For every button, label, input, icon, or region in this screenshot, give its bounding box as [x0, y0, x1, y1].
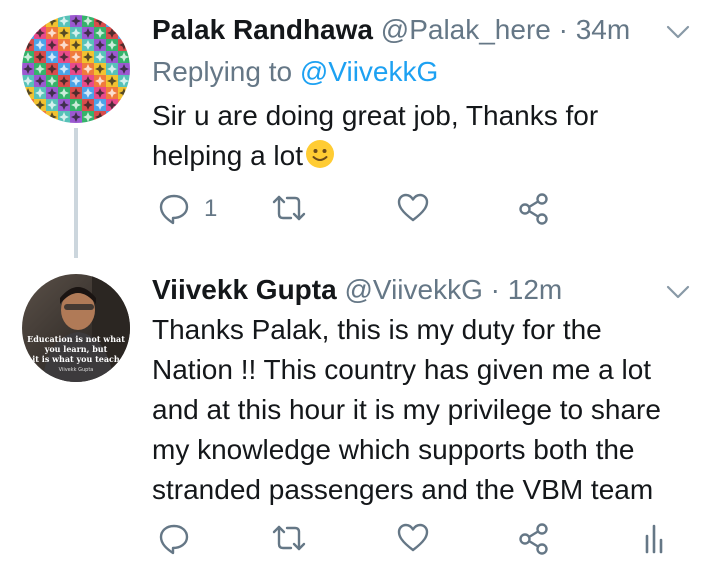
analytics-button[interactable]	[642, 522, 666, 556]
tweet-text-line: stranded passengers and the VBM team	[152, 474, 654, 505]
like-button[interactable]	[396, 192, 430, 224]
heart-icon	[397, 193, 429, 222]
thread-line	[74, 128, 78, 258]
tweet-viivekk[interactable]: Education is not what you learn, but it …	[0, 260, 720, 573]
reply-count: 1	[204, 195, 218, 222]
avatar-caption-line: you learn, but	[44, 344, 108, 354]
slightly-smiling-face-icon	[306, 140, 335, 168]
tweet-actions	[152, 522, 712, 562]
avatar-caption-line: Viivekk Gupta	[59, 367, 94, 373]
author-handle[interactable]: @ViivekkG	[344, 274, 482, 305]
replying-to-label: Replying to	[152, 56, 293, 87]
chevron-down-icon[interactable]	[662, 22, 694, 42]
avatar-viivekk[interactable]: Education is not what you learn, but it …	[22, 274, 130, 382]
timestamp[interactable]: · 34m	[559, 14, 631, 45]
avatar-caption-line: Education is not what	[27, 334, 125, 344]
tweet-text-line: Thanks Palak, this is my duty for the	[152, 314, 602, 345]
timestamp[interactable]: · 12m	[491, 274, 563, 305]
share-icon	[519, 193, 548, 225]
author-handle[interactable]: @Palak_here	[381, 14, 551, 45]
tweet-text: Sir u are doing great job, Thanks for he…	[152, 96, 598, 176]
reply-button[interactable]	[158, 522, 190, 556]
tweet-text-line-part: helping a lot	[152, 140, 304, 171]
tweet-palak[interactable]: Palak Randhawa @Palak_here · 34m Replyin…	[0, 0, 720, 260]
reply-button[interactable]: 1	[158, 192, 217, 226]
share-button[interactable]	[518, 192, 550, 226]
avatar-caption-line: it is what you teach	[32, 354, 120, 364]
tweet-actions: 1	[152, 192, 712, 232]
like-button[interactable]	[396, 522, 430, 554]
reply-icon	[159, 524, 189, 555]
author-name[interactable]: Viivekk Gupta	[152, 274, 337, 305]
avatar-palak[interactable]	[22, 15, 130, 123]
replying-to-handle[interactable]: @ViivekkG	[300, 56, 438, 87]
tweet-text-line: Nation !! This country has given me a lo…	[152, 354, 652, 385]
tweet-text: Thanks Palak, this is my duty for the Na…	[152, 310, 661, 510]
retweet-icon	[272, 195, 306, 221]
analytics-icon	[645, 524, 663, 554]
tweet-text-line: Sir u are doing great job, Thanks for	[152, 100, 599, 131]
share-button[interactable]	[518, 522, 550, 556]
tweet-text-line: helping a lot	[152, 136, 598, 176]
reply-icon	[159, 194, 189, 225]
tweet-text-line: and at this hour it is my privilege to s…	[152, 394, 661, 425]
chevron-down-icon[interactable]	[662, 282, 694, 302]
retweet-button[interactable]	[270, 192, 308, 226]
share-icon	[519, 523, 548, 555]
author-name[interactable]: Palak Randhawa	[152, 14, 373, 45]
heart-icon	[397, 523, 429, 552]
retweet-icon	[272, 525, 306, 551]
tweet-text-line: my knowledge which supports both the	[152, 434, 635, 465]
retweet-button[interactable]	[270, 522, 308, 556]
replying-to: Replying to @ViivekkG	[152, 56, 438, 88]
